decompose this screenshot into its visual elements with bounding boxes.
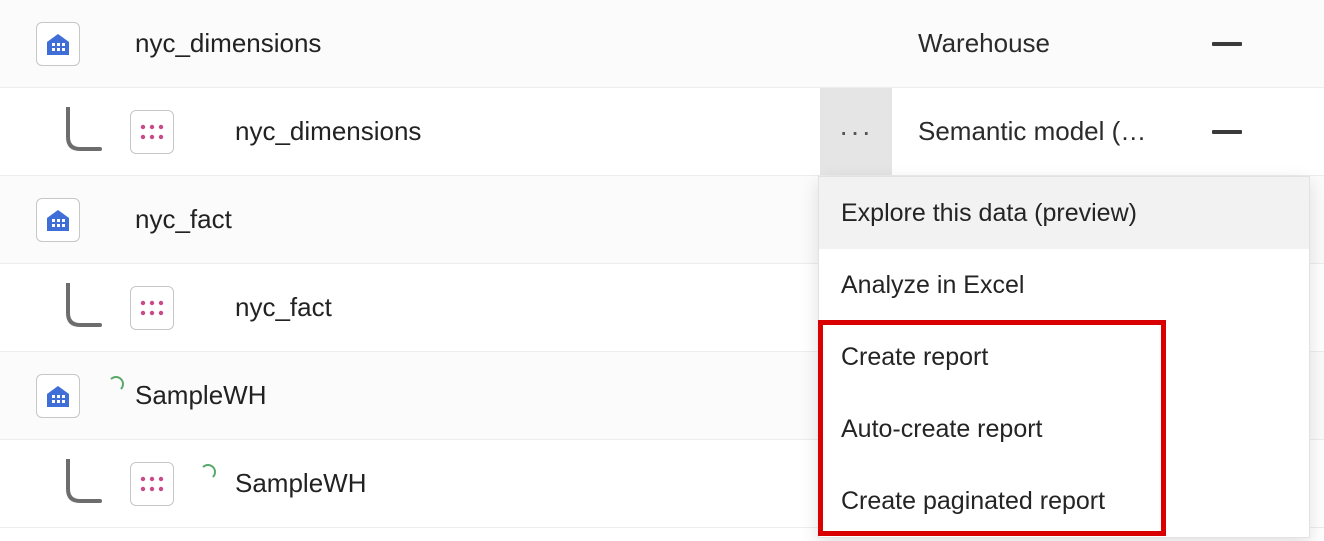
item-type: Warehouse xyxy=(918,28,1198,59)
em-dash-icon xyxy=(1212,42,1242,46)
tree-elbow-icon xyxy=(62,459,104,509)
warehouse-icon xyxy=(36,22,80,66)
semantic-model-icon xyxy=(130,110,174,154)
menu-item-analyze-excel[interactable]: Analyze in Excel xyxy=(819,249,1309,321)
context-menu: Explore this data (preview) Analyze in E… xyxy=(818,176,1310,538)
item-name[interactable]: nyc_dimensions xyxy=(135,28,894,59)
item-type: Semantic model (… xyxy=(918,116,1198,147)
icon-cell xyxy=(0,440,130,527)
item-name[interactable]: SampleWH xyxy=(135,380,894,411)
loading-spinner-icon xyxy=(108,376,124,392)
item-name[interactable]: nyc_fact xyxy=(235,292,894,323)
semantic-model-icon xyxy=(130,462,174,506)
menu-item-create-report[interactable]: Create report xyxy=(819,321,1309,393)
more-options-button[interactable]: ··· xyxy=(820,88,892,175)
list-row-warehouse[interactable]: nyc_dimensions Warehouse xyxy=(0,0,1324,88)
list-row-semantic-model[interactable]: nyc_dimensions ··· Semantic model (… xyxy=(0,88,1324,176)
em-dash-icon xyxy=(1212,130,1242,134)
warehouse-icon xyxy=(36,374,80,418)
icon-cell xyxy=(0,176,130,263)
item-name[interactable]: nyc_dimensions xyxy=(235,116,894,147)
menu-item-auto-create-report[interactable]: Auto-create report xyxy=(819,393,1309,465)
tree-elbow-icon xyxy=(62,107,104,157)
warehouse-icon xyxy=(36,198,80,242)
item-name[interactable]: SampleWH xyxy=(235,468,894,499)
item-name[interactable]: nyc_fact xyxy=(135,204,894,235)
loading-spinner-icon xyxy=(200,464,216,480)
menu-item-create-paginated-report[interactable]: Create paginated report xyxy=(819,465,1309,537)
ellipsis-icon: ··· xyxy=(839,118,873,146)
icon-cell xyxy=(0,264,130,351)
icon-cell xyxy=(0,352,130,439)
menu-item-explore-data[interactable]: Explore this data (preview) xyxy=(819,177,1309,249)
icon-cell xyxy=(0,88,130,175)
icon-cell xyxy=(0,0,130,87)
tree-elbow-icon xyxy=(62,283,104,333)
semantic-model-icon xyxy=(130,286,174,330)
